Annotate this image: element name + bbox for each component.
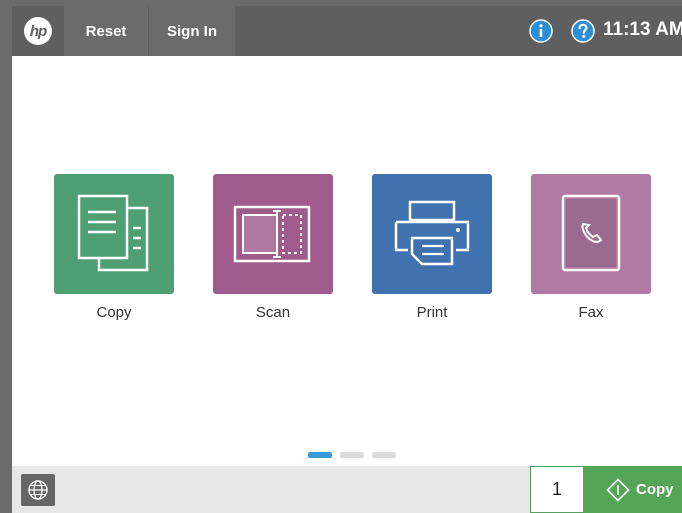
clock: 11:13 AM	[603, 19, 682, 40]
copies-quantity-field[interactable]: 1	[530, 466, 584, 513]
info-icon[interactable]	[529, 19, 553, 43]
start-copy-button[interactable]: Copy	[584, 466, 682, 513]
app-label-scan[interactable]: Scan	[213, 304, 333, 321]
app-label-print[interactable]: Print	[372, 304, 492, 321]
app-tile-fax[interactable]	[531, 174, 651, 294]
app-label-fax[interactable]: Fax	[531, 304, 651, 321]
start-copy-label: Copy	[636, 481, 674, 498]
app-tile-scan[interactable]	[213, 174, 333, 294]
home-button[interactable]: hp	[12, 6, 64, 56]
scan-icon	[233, 205, 311, 263]
help-icon[interactable]	[571, 19, 595, 43]
fax-icon	[561, 194, 621, 272]
printer-control-panel: hp Reset Sign In 11:13 AM Copy Scan Print F…	[12, 6, 682, 513]
bottom-bar: 1 Copy	[12, 466, 682, 513]
print-icon	[394, 200, 470, 266]
top-bar: hp Reset Sign In 11:13 AM	[12, 6, 682, 56]
copy-icon	[77, 194, 149, 272]
reset-button[interactable]: Reset	[64, 6, 148, 56]
app-tile-copy[interactable]	[54, 174, 174, 294]
app-tile-print[interactable]	[372, 174, 492, 294]
app-label-copy[interactable]: Copy	[54, 304, 174, 321]
globe-icon	[28, 480, 48, 500]
language-button[interactable]	[21, 474, 55, 506]
page-indicator-dot[interactable]	[308, 452, 332, 458]
hp-logo-icon: hp	[24, 17, 52, 45]
page-indicator-dot[interactable]	[340, 452, 364, 458]
start-diamond-icon	[606, 477, 630, 502]
sign-in-button[interactable]: Sign In	[149, 6, 235, 56]
page-indicator-dot[interactable]	[372, 452, 396, 458]
